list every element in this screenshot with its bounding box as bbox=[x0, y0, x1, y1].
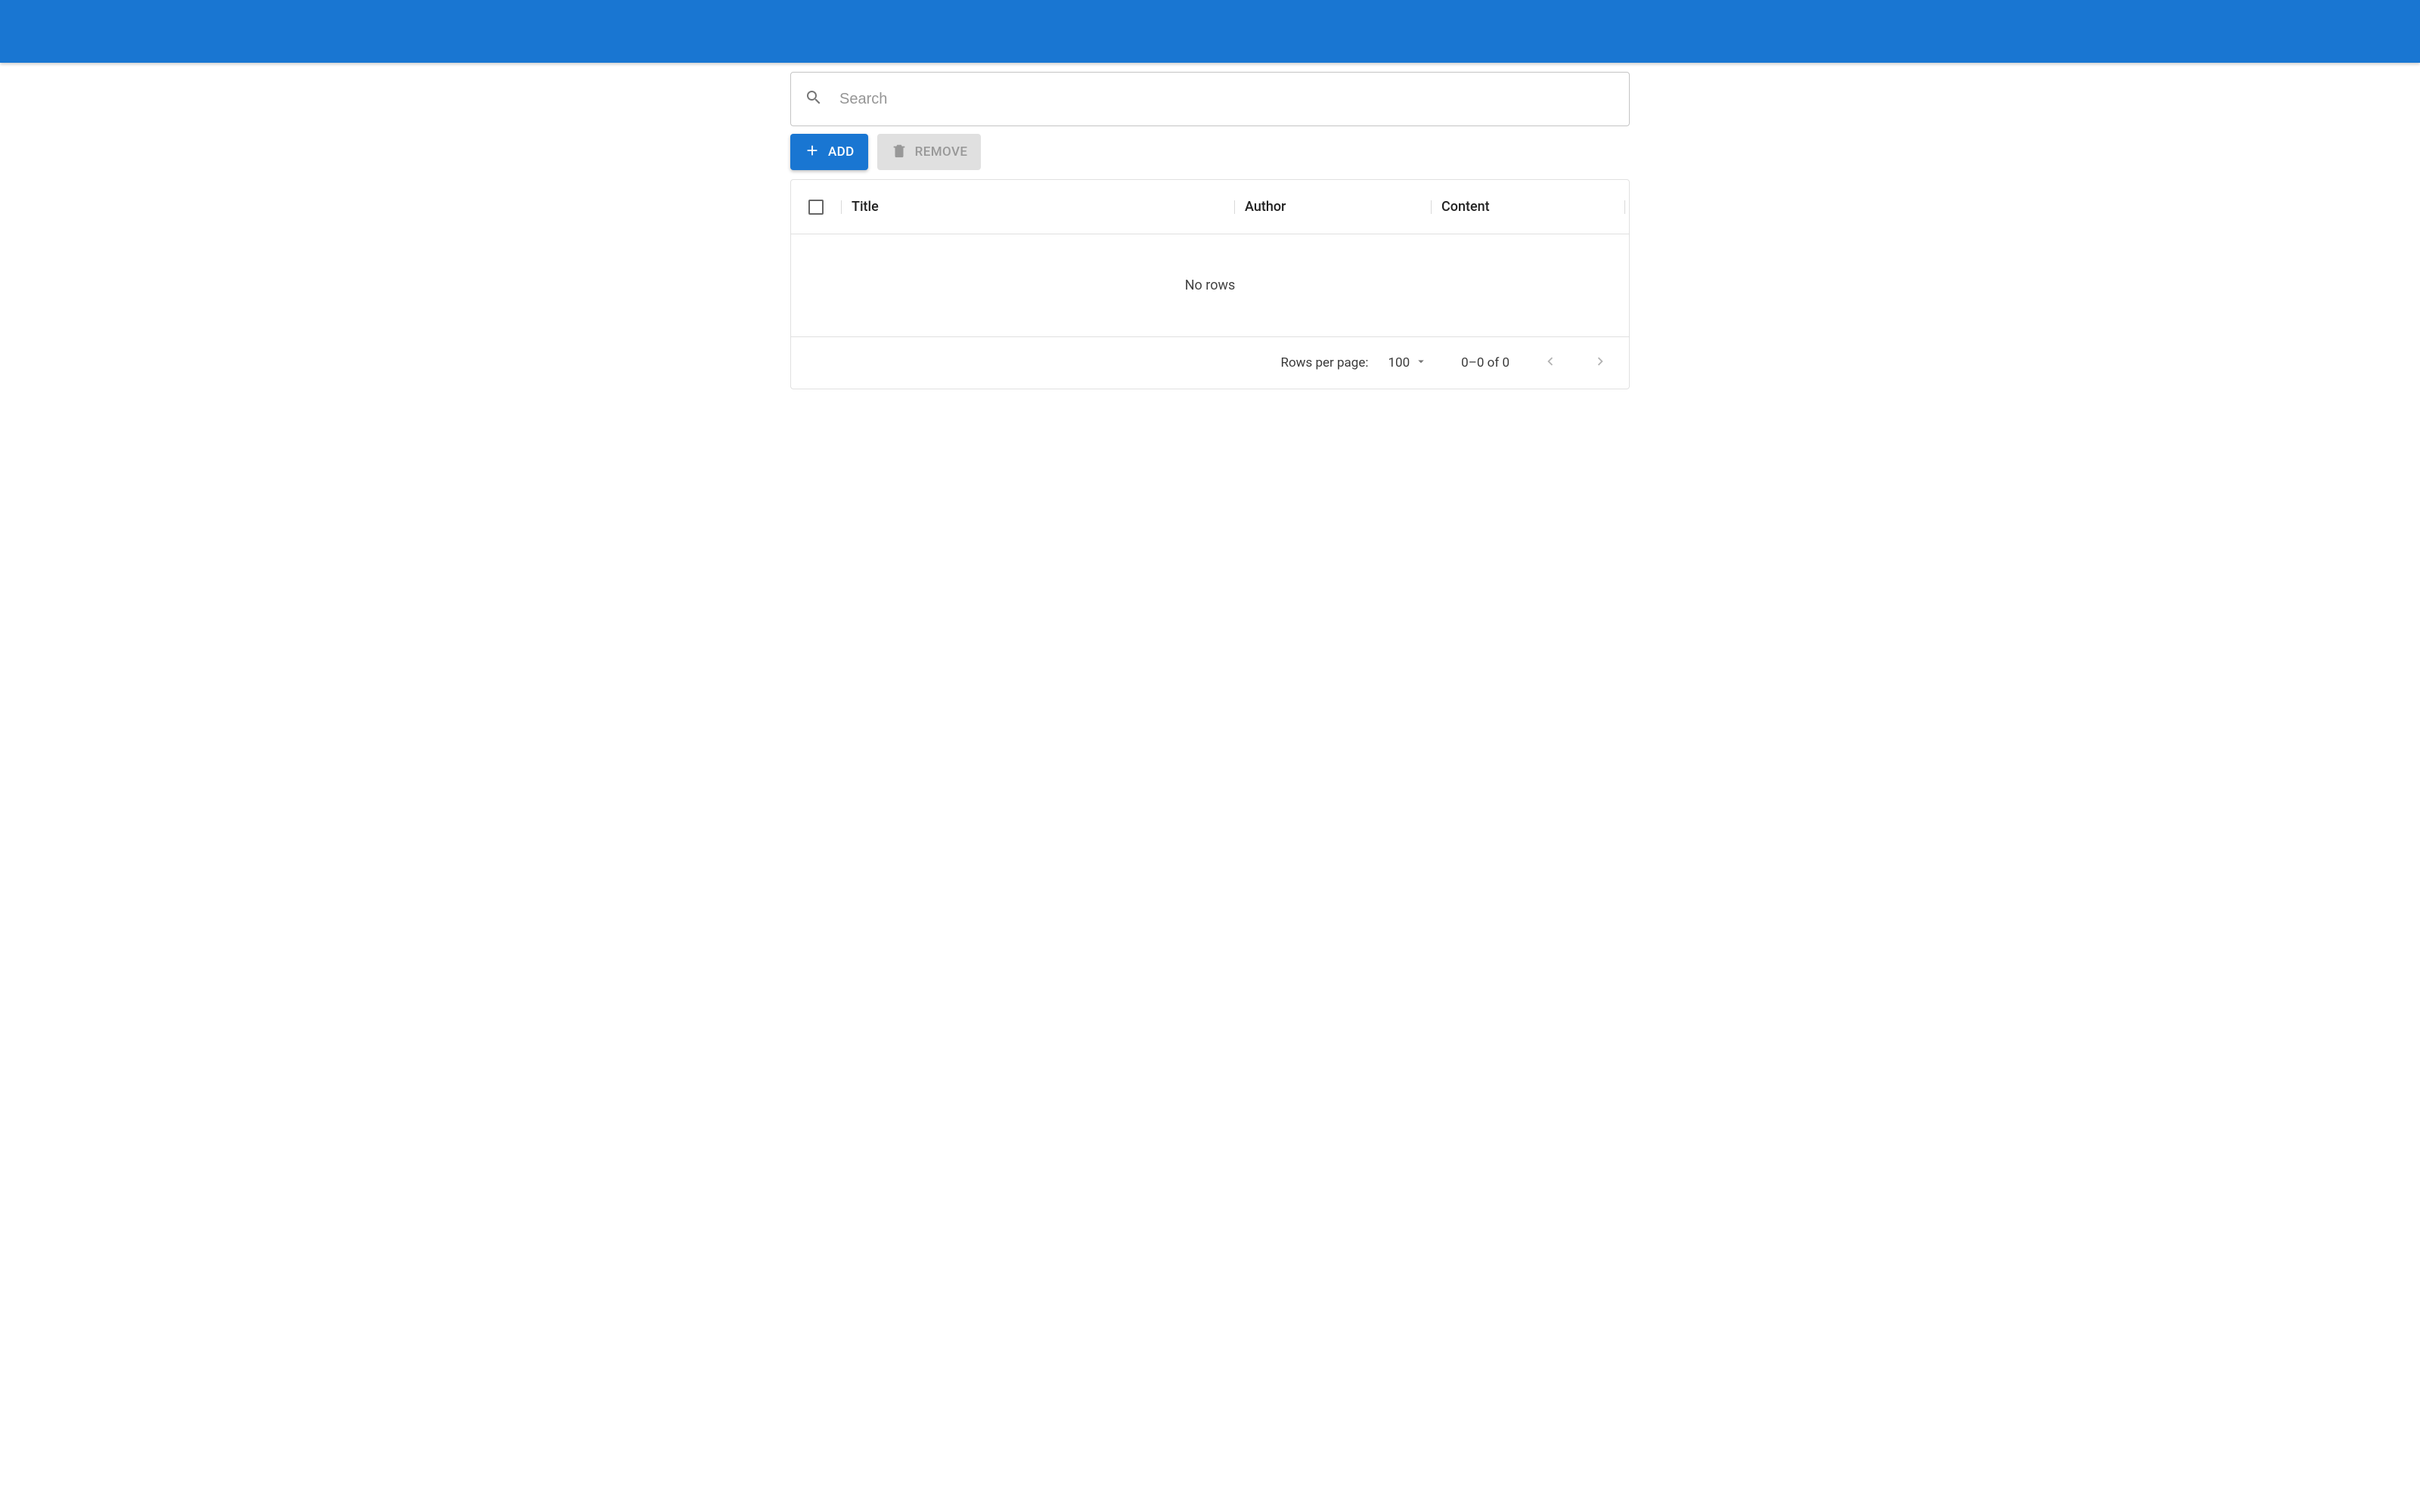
main-content: Add Remove Title Author Content No rows … bbox=[790, 63, 1630, 389]
appbar bbox=[0, 0, 2420, 63]
prev-page-button bbox=[1535, 348, 1565, 378]
add-button[interactable]: Add bbox=[790, 134, 868, 170]
search-field[interactable] bbox=[790, 72, 1630, 126]
trash-icon bbox=[891, 142, 908, 163]
data-grid: Title Author Content No rows Rows per pa… bbox=[790, 179, 1630, 389]
grid-header: Title Author Content bbox=[791, 180, 1629, 234]
checkbox-icon bbox=[808, 200, 824, 215]
remove-button: Remove bbox=[877, 134, 982, 170]
chevron-left-icon bbox=[1542, 353, 1559, 373]
remove-button-label: Remove bbox=[915, 144, 968, 160]
toolbar: Add Remove bbox=[790, 134, 1630, 170]
search-icon bbox=[805, 88, 823, 110]
select-all-cell[interactable] bbox=[791, 200, 841, 215]
column-header-title[interactable]: Title bbox=[841, 199, 1234, 215]
dropdown-icon bbox=[1414, 355, 1428, 372]
next-page-button bbox=[1585, 348, 1615, 378]
search-input[interactable] bbox=[839, 91, 1615, 108]
grid-footer: Rows per page: 100 0–0 of 0 bbox=[791, 337, 1629, 389]
plus-icon bbox=[804, 142, 821, 163]
rows-per-page-label: Rows per page: bbox=[1281, 355, 1369, 370]
column-header-author[interactable]: Author bbox=[1234, 199, 1431, 215]
add-button-label: Add bbox=[828, 144, 855, 160]
rows-per-page-select[interactable]: 100 bbox=[1388, 355, 1428, 372]
empty-rows-text: No rows bbox=[1185, 277, 1236, 293]
column-header-content[interactable]: Content bbox=[1431, 199, 1624, 215]
chevron-right-icon bbox=[1592, 353, 1609, 373]
rows-per-page-value: 100 bbox=[1388, 355, 1410, 370]
pagination-range: 0–0 of 0 bbox=[1461, 355, 1509, 370]
grid-body: No rows bbox=[791, 234, 1629, 337]
